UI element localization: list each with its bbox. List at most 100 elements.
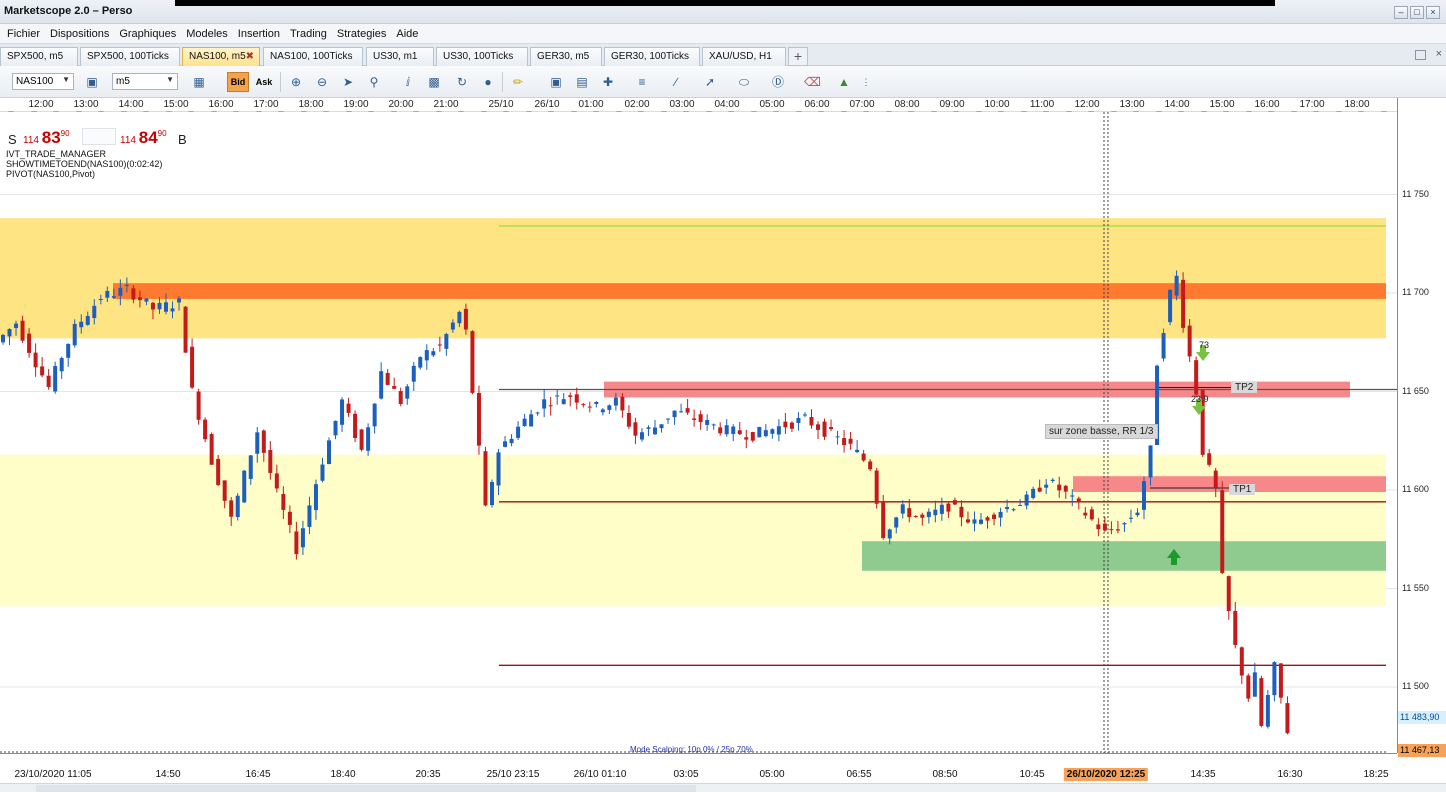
menu-trading[interactable]: Trading [285,28,332,40]
chart-type-icon[interactable]: ▣ [84,74,100,90]
quantity-field[interactable] [82,128,116,145]
candle-body [1089,509,1094,520]
tab-nas100-100ticks[interactable]: NAS100, 100Ticks [263,47,363,66]
horizontal-scrollbar[interactable] [0,783,1446,792]
text-tool-icon[interactable]: Ⓓ [770,74,786,90]
tab-ger30-100ticks[interactable]: GER30, 100Ticks [604,47,700,66]
candle-body [281,493,286,510]
globe-icon[interactable]: ● [480,74,496,90]
close-tab-icon[interactable]: ✖ [246,51,254,62]
ellipse-icon[interactable]: ⬭ [736,74,752,90]
candle-body [626,412,631,427]
buy-label: B [178,132,187,147]
top-axis-tick: 21:00 [433,99,459,110]
candle-body [216,458,221,486]
candle-body [333,420,338,436]
candle-body [666,418,671,420]
tab-xauusd-h1[interactable]: XAU/USD, H1 [702,47,786,66]
top-axis-tick: 08:00 [894,99,920,110]
ask-button[interactable]: Ask [253,72,275,92]
menu-modeles[interactable]: Modeles [181,28,233,40]
candle-body [203,419,208,440]
buy-price[interactable]: 114 8490 [120,128,167,148]
indicator-list: IVT_TRADE_MANAGER SHOWTIMETOEND(NAS100)(… [6,149,162,179]
tab-us30-100ticks[interactable]: US30, 100Ticks [436,47,528,66]
close-chart-icon[interactable]: × [1436,48,1442,60]
candle-body [1044,484,1049,488]
top-axis-tick: 09:00 [939,99,965,110]
minimize-button[interactable]: – [1394,6,1408,19]
candle-body [1181,279,1186,328]
instrument-select[interactable]: NAS100 ▼ [12,73,74,90]
candle-body [1076,498,1081,502]
toolbar-overflow-icon[interactable]: ⋮ [858,74,874,90]
menu-fichier[interactable]: Fichier [2,28,45,40]
zone-note-label[interactable]: sur zone basse, RR 1/3 [1045,424,1158,439]
candle-body [692,418,697,420]
tab-ger30-m5[interactable]: GER30, m5 [530,47,602,66]
candle-body [457,311,462,324]
maximize-button[interactable]: □ [1410,6,1424,19]
bottom-axis-tick: 10:45 [1019,769,1045,780]
image-icon[interactable]: ▩ [426,74,442,90]
timeframe-value: m5 [116,76,130,87]
tp1-label[interactable]: TP1 [1229,484,1256,495]
sell-price[interactable]: 114 8390 [23,128,70,148]
horizontal-lines-icon[interactable]: ≡ [634,74,650,90]
zoom-in-icon[interactable]: ⊕ [288,74,304,90]
candle-body [698,414,703,423]
template-icon[interactable]: ▤ [574,74,590,90]
bottom-axis-tick: 23/10/2020 11:05 [14,769,92,780]
candle-body [835,436,840,438]
candle-body [907,508,912,518]
menu-aide[interactable]: Aide [391,28,423,40]
indicators-icon[interactable]: ▲ [836,74,852,90]
candle-body [1246,675,1251,699]
tab-nas100-m5[interactable]: NAS100, m5 ✖ [182,47,260,66]
fan-icon[interactable]: ∕ [668,74,684,90]
candle-body [1050,479,1055,481]
close-button[interactable]: × [1426,6,1440,19]
zoom-out-icon[interactable]: ⊖ [314,74,330,90]
restore-chart-icon[interactable] [1415,50,1426,60]
candle-body [1109,529,1114,531]
candle-body [509,438,514,444]
chart-style-icon[interactable]: ▦ [191,74,207,90]
candle-body [124,284,129,286]
add-tab-button[interactable]: + [788,47,808,66]
candle-body [450,322,455,330]
menu-strategies[interactable]: Strategies [332,28,392,40]
tab-spx500-m5[interactable]: SPX500, m5 [0,47,78,66]
candle-body [268,449,273,473]
sell-prefix: 114 [23,135,39,146]
indicator-trade-manager[interactable]: IVT_TRADE_MANAGER [6,149,162,159]
tp2-label[interactable]: TP2 [1231,382,1258,393]
screenshot-icon[interactable]: ▣ [548,74,564,90]
refresh-icon[interactable]: ↻ [454,74,470,90]
bid-button[interactable]: Bid [227,72,249,92]
price-chart[interactable] [0,112,1397,753]
trendline-icon[interactable]: ➚ [702,74,718,90]
candle-body [750,432,755,441]
pointer-icon[interactable]: ➤ [340,74,356,90]
timeframe-select[interactable]: m5 ▼ [112,73,178,90]
ruler-icon[interactable]: ✏ [510,74,526,90]
eraser-icon[interactable]: ⌫ [804,74,821,90]
candlestick-chart[interactable] [0,112,1397,753]
magnifier-icon[interactable]: ⚲ [366,74,382,90]
candle-body [85,315,90,325]
indicator-time-to-end[interactable]: SHOWTIMETOEND(NAS100)(0:02:42) [6,159,162,169]
cursor-text-icon[interactable]: ⅈ [400,74,416,90]
candle-body [503,441,508,447]
tab-spx500-100ticks[interactable]: SPX500, 100Ticks [80,47,180,66]
candle-body [965,519,970,523]
menu-graphiques[interactable]: Graphiques [114,28,181,40]
price-axis[interactable]: 11 483,90 11 467,13 11 750 11 700 11 650 11… [1397,98,1446,757]
crosshair-icon[interactable]: ✚ [600,74,616,90]
menu-dispositions[interactable]: Dispositions [45,28,114,40]
tab-us30-m1[interactable]: US30, m1 [366,47,434,66]
scrollbar-thumb[interactable] [36,785,696,792]
price-axis-label: 11 650 [1402,385,1429,396]
menu-insertion[interactable]: Insertion [233,28,285,40]
indicator-pivot[interactable]: PIVOT(NAS100,Pivot) [6,169,162,179]
